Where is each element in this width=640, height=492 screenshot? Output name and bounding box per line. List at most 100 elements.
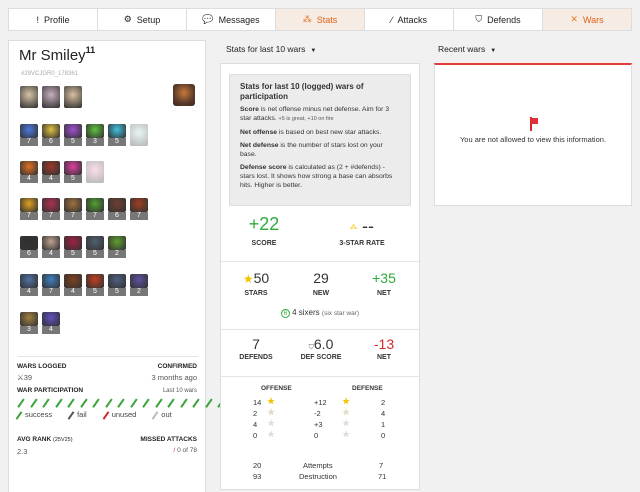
sword-success-icon bbox=[179, 398, 187, 408]
sword-success-icon bbox=[29, 398, 37, 408]
stars-icon: ⁂ bbox=[349, 224, 357, 232]
caret-down-icon: ▼ bbox=[310, 48, 317, 54]
spells-row: 76535 bbox=[20, 124, 148, 146]
player-tag: #29VCJGR0_178361 bbox=[21, 71, 79, 77]
spell-icon: 7 bbox=[20, 124, 38, 146]
wars-logged-label: WARS LOGGED bbox=[17, 363, 67, 370]
spell-icon bbox=[130, 124, 148, 146]
tab-attacks[interactable]: ⁄ Attacks bbox=[365, 9, 454, 30]
missed-attacks-label: MISSED ATTACKS bbox=[140, 436, 197, 443]
level-badge: 4 bbox=[20, 288, 38, 296]
level-badge: 3 bbox=[20, 326, 38, 334]
level-badge: 2 bbox=[130, 288, 148, 296]
star-breakdown-row: 14 ★ ★ ★ +12 ★ ★ ★ 2 bbox=[253, 396, 386, 407]
profile-card: Mr Smiley11 #29VCJGR0_178361 76535 445 7… bbox=[8, 40, 262, 492]
level-badge: 6 bbox=[42, 138, 60, 146]
attacks-icon: ⁄ bbox=[390, 14, 393, 25]
restricted-message: You are not allowed to view this informa… bbox=[459, 135, 607, 144]
hero-icon bbox=[42, 86, 60, 108]
sword-success-icon bbox=[42, 398, 50, 408]
troop-icon: 7 bbox=[64, 198, 82, 220]
recent-wars-dropdown[interactable]: Recent wars ▼ bbox=[438, 44, 496, 54]
spell-icon: 5 bbox=[64, 124, 82, 146]
level-badge: 5 bbox=[64, 175, 82, 183]
level-badge: 7 bbox=[20, 138, 38, 146]
level-badge: 7 bbox=[20, 212, 38, 220]
destruction-row: 93 Destruction 71 bbox=[253, 472, 387, 481]
flag-icon bbox=[529, 117, 539, 131]
three-star-rate-label: 3-STAR RATE bbox=[339, 240, 385, 247]
stats-card: Stats for last 10 (logged) wars of parti… bbox=[220, 63, 420, 490]
tab-label: Setup bbox=[136, 14, 161, 25]
score-label: SCORE bbox=[251, 240, 277, 247]
crossed-swords-icon: ⚔ bbox=[17, 373, 24, 382]
net-defense-value: -13 bbox=[373, 336, 395, 352]
participation-legend: success fail unused out bbox=[15, 410, 172, 420]
defense-header: DEFENSE bbox=[352, 385, 383, 392]
score-value: +22 bbox=[248, 214, 280, 234]
troops-row-2: 64552 bbox=[20, 236, 126, 258]
troop-icon: 6 bbox=[20, 236, 38, 258]
tab-profile[interactable]: ! Profile bbox=[9, 9, 98, 30]
level-badge: 7 bbox=[130, 212, 148, 220]
avg-rank-value: 2.3 bbox=[17, 447, 28, 456]
defends-label: DEFENDS bbox=[239, 354, 273, 361]
legend-unused: unused bbox=[102, 410, 136, 420]
troop-icon: 4 bbox=[20, 274, 38, 296]
info-defense-score: Defense score is calculated as (2 + #def… bbox=[240, 164, 393, 190]
troop-icon: 5 bbox=[86, 236, 104, 258]
dark-spells-row: 445 bbox=[20, 161, 104, 183]
level-badge: 6 bbox=[108, 212, 126, 220]
sword-success-icon bbox=[192, 398, 200, 408]
troop-icon: 7 bbox=[42, 198, 60, 220]
sword-success-icon bbox=[167, 398, 175, 408]
net-offense-label: NET bbox=[377, 290, 391, 297]
troops-row-3: 474552 bbox=[20, 274, 148, 296]
troops-row-4: 34 bbox=[20, 312, 60, 334]
troop-icon: 7 bbox=[20, 198, 38, 220]
info-title: Stats for last 10 (logged) wars of parti… bbox=[240, 82, 364, 101]
star-icon: ★ bbox=[242, 272, 254, 286]
stars-value: ★50 bbox=[242, 270, 270, 286]
tab-label: Messages bbox=[218, 14, 260, 25]
level-badge: 4 bbox=[42, 250, 60, 258]
tab-setup[interactable]: ⚙ Setup bbox=[98, 9, 187, 30]
tab-stats[interactable]: ⁂ Stats bbox=[276, 9, 365, 30]
sword-success-icon bbox=[79, 398, 87, 408]
new-value: 29 bbox=[313, 270, 329, 286]
offense-header: OFFENSE bbox=[261, 385, 292, 392]
tab-defends[interactable]: ⛉ Defends bbox=[454, 9, 543, 30]
stats-period-dropdown[interactable]: Stats for last 10 wars ▼ bbox=[226, 44, 316, 54]
level-badge: 4 bbox=[42, 326, 60, 334]
confirmed-label: CONFIRMED bbox=[157, 363, 197, 370]
def-score-label: DEF SCORE bbox=[300, 354, 342, 361]
troops-row-1: 777767 bbox=[20, 198, 148, 220]
troop-icon: 2 bbox=[130, 274, 148, 296]
star-breakdown-row: 2 ★ ★ ★ -2 ★ ★ ★ 4 bbox=[253, 407, 386, 418]
legend-out: out bbox=[151, 410, 172, 420]
recent-wars-card: You are not allowed to view this informa… bbox=[434, 63, 632, 206]
player-name: Mr Smiley11 bbox=[19, 45, 96, 64]
level-badge: 7 bbox=[86, 212, 104, 220]
last-10-wars-label: Last 10 wars bbox=[162, 388, 197, 394]
tab-messages[interactable]: 💬 Messages bbox=[187, 9, 276, 30]
confirmed-value: 3 months ago bbox=[151, 373, 197, 382]
info-score: Score is net offense minus net defense. … bbox=[240, 106, 390, 123]
level-badge: 4 bbox=[64, 288, 82, 296]
sword-success-icon bbox=[129, 398, 137, 408]
attempts-row: 20 Attempts 7 bbox=[253, 461, 384, 470]
def-score-value: ⛉6.0 bbox=[308, 336, 334, 352]
hero-icon bbox=[64, 86, 82, 108]
level-badge: 7 bbox=[64, 212, 82, 220]
sword-icon: / bbox=[173, 447, 176, 454]
tab-wars[interactable]: ✕ Wars bbox=[543, 9, 631, 30]
troop-icon: 5 bbox=[64, 236, 82, 258]
level-badge: 7 bbox=[42, 212, 60, 220]
tab-label: Stats bbox=[316, 14, 338, 25]
player-level: 11 bbox=[85, 45, 96, 55]
star-breakdown-row: 0 ★ ★ ★ 0 ★ ★ ★ 0 bbox=[253, 429, 386, 440]
troop-icon: 3 bbox=[20, 312, 38, 334]
sword-success-icon bbox=[104, 398, 112, 408]
profile-icon: ! bbox=[36, 14, 39, 25]
wars-logged-value: ⚔39 bbox=[17, 373, 33, 382]
